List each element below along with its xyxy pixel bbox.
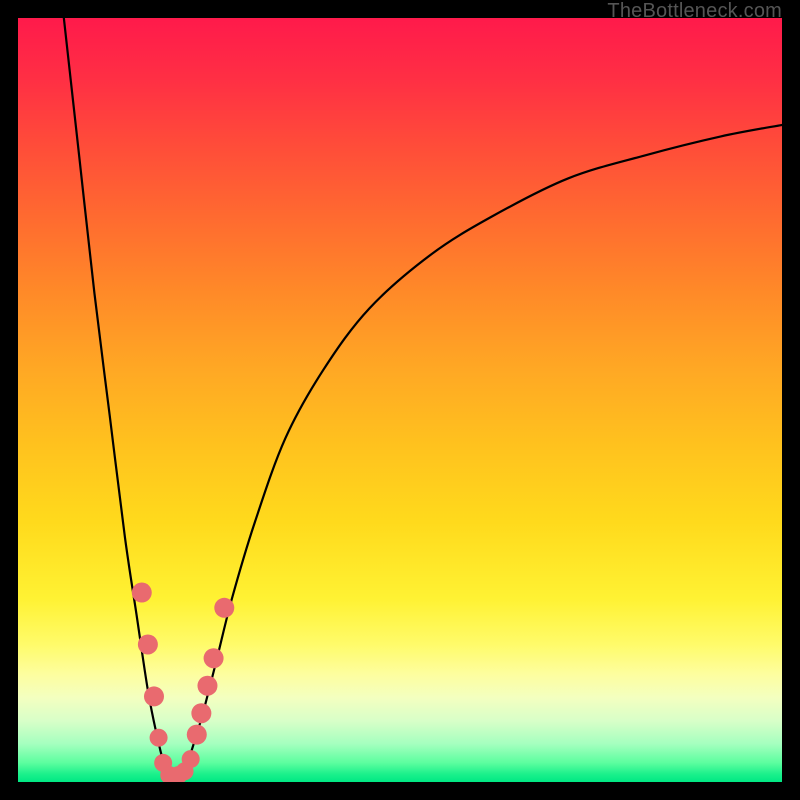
curve-marker xyxy=(187,725,207,745)
curve-marker xyxy=(150,729,168,747)
curve-left-branch xyxy=(64,18,175,782)
plot-frame xyxy=(18,18,782,782)
curve-marker xyxy=(182,750,200,768)
curve-marker xyxy=(132,583,152,603)
curve-marker xyxy=(191,703,211,723)
watermark-text: TheBottleneck.com xyxy=(607,0,782,23)
curve-right-branch xyxy=(175,125,782,782)
plot-svg xyxy=(18,18,782,782)
curve-marker xyxy=(138,634,158,654)
curve-marker xyxy=(204,648,224,668)
curve-marker xyxy=(197,676,217,696)
curve-marker xyxy=(214,598,234,618)
curve-marker xyxy=(144,686,164,706)
